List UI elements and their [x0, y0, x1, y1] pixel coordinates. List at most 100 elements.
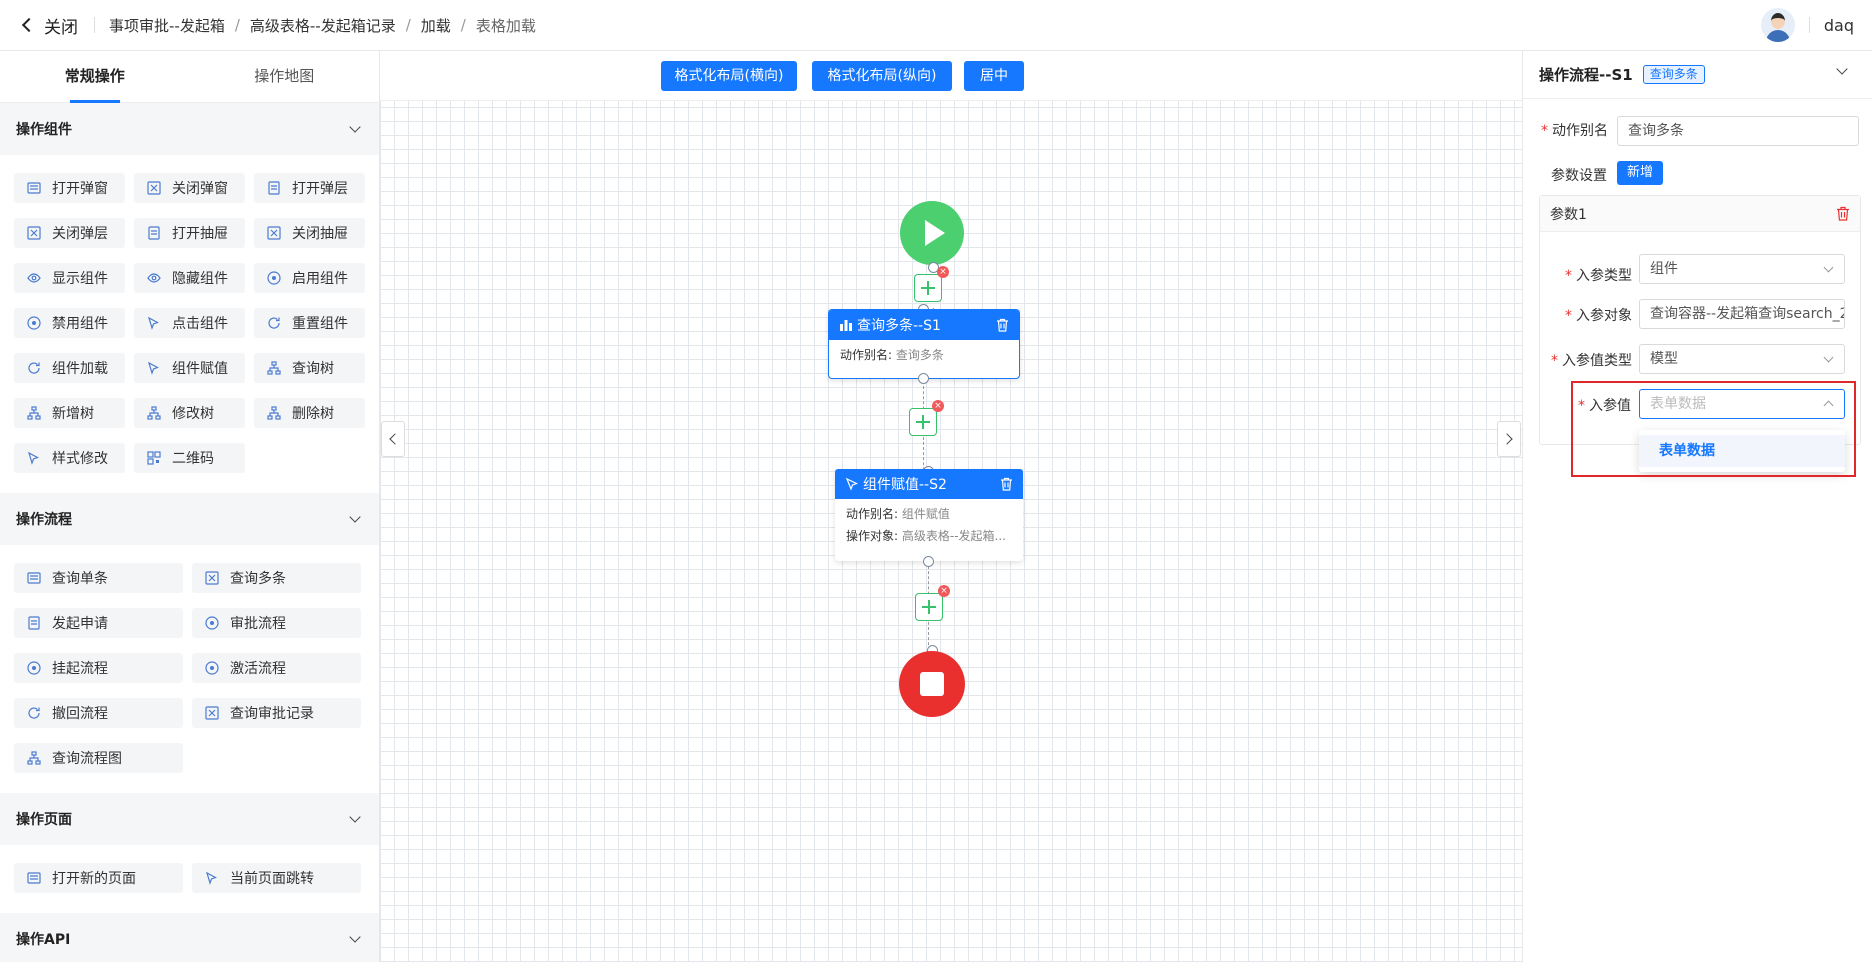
window-icon — [27, 872, 41, 884]
tab-operation-map[interactable]: 操作地图 — [190, 51, 380, 102]
operation-item[interactable]: 打开弹窗 — [14, 173, 125, 203]
component-ops-grid: 打开弹窗 关闭弹窗 打开弹层关闭弹层 打开抽屉 关闭抽屉显示组件 隐藏组件 启用组件禁用组件… — [0, 155, 379, 493]
operation-item[interactable]: 查询树 — [254, 353, 365, 383]
pointer-icon — [148, 316, 159, 330]
operation-item[interactable]: 查询流程图 — [14, 743, 183, 773]
connection-port[interactable] — [923, 556, 934, 567]
operation-item[interactable]: 二维码 — [134, 443, 245, 473]
alias-input[interactable]: 查询多条 — [1617, 116, 1859, 146]
trash-icon[interactable] — [1000, 477, 1013, 491]
breadcrumb: 事项审批--发起箱 / 高级表格--发起箱记录 / 加载 / 表格加载 — [109, 15, 536, 36]
breadcrumb-item[interactable]: 加载 — [421, 15, 451, 36]
format-vertical-button[interactable]: 格式化布局(纵向) — [812, 61, 952, 91]
operation-item[interactable]: 关闭弹层 — [14, 218, 125, 248]
operation-item[interactable]: 启用组件 — [254, 263, 365, 293]
user-menu[interactable]: daq — [1760, 8, 1854, 42]
bar-chart-icon — [840, 320, 852, 331]
format-horizontal-button[interactable]: 格式化布局(横向) — [661, 61, 797, 91]
operation-item[interactable]: 显示组件 — [14, 263, 125, 293]
node-title: 查询多条--S1 — [857, 318, 941, 334]
operation-item[interactable]: 打开弹层 — [254, 173, 365, 203]
operation-item[interactable]: 禁用组件 — [14, 308, 125, 338]
node-header: 组件赋值--S2 — [835, 469, 1023, 499]
center-button[interactable]: 居中 — [964, 61, 1024, 91]
flow-canvas[interactable]: 格式化布局(横向) 格式化布局(纵向) 居中 × 查询多条--S1 动作别名: … — [380, 51, 1522, 962]
remove-link-icon[interactable]: × — [932, 400, 944, 412]
operation-label: 查询单条 — [52, 571, 108, 587]
operation-item[interactable]: 删除树 — [254, 398, 365, 428]
section-header-components[interactable]: 操作组件 — [0, 103, 379, 155]
param-value-type-select[interactable]: 模型 — [1639, 344, 1845, 374]
section-title: 操作页面 — [16, 812, 72, 828]
operation-item[interactable]: 打开新的页面 — [14, 863, 183, 893]
operation-item[interactable]: 点击组件 — [134, 308, 245, 338]
operation-label: 修改树 — [172, 406, 214, 422]
avatar[interactable] — [1760, 8, 1795, 42]
operation-label: 启用组件 — [292, 271, 348, 287]
section-header-process[interactable]: 操作流程 — [0, 493, 379, 545]
operation-item[interactable]: 关闭抽屉 — [254, 218, 365, 248]
node-field-value: 查询多条 — [895, 348, 944, 362]
operation-item[interactable]: 发起申请 — [14, 608, 183, 638]
operation-item[interactable]: 审批流程 — [192, 608, 361, 638]
tab-regular-operations[interactable]: 常规操作 — [0, 51, 190, 103]
close-button[interactable]: 关闭 — [20, 13, 78, 38]
page-ops-grid: 打开新的页面 当前页面跳转 — [0, 845, 379, 913]
flow-node-s2[interactable]: 组件赋值--S2 动作别名: 组件赋值 操作对象: 高级表格--发起箱... — [835, 469, 1023, 561]
chevron-down-icon[interactable] — [1836, 63, 1848, 75]
chevron-down-icon — [349, 811, 361, 823]
operation-item[interactable]: 当前页面跳转 — [192, 863, 361, 893]
section-header-api[interactable]: 操作API — [0, 913, 379, 962]
operation-item[interactable]: 组件加载 — [14, 353, 125, 383]
breadcrumb-separator: / — [234, 16, 240, 34]
operation-item[interactable]: 修改树 — [134, 398, 245, 428]
start-node[interactable] — [900, 201, 964, 265]
operation-label: 关闭抽屉 — [292, 226, 348, 242]
add-step-button[interactable] — [915, 593, 943, 621]
section-title: 操作组件 — [16, 122, 72, 138]
operation-item[interactable]: 新增树 — [14, 398, 125, 428]
connection-port[interactable] — [918, 373, 929, 384]
breadcrumb-item[interactable]: 高级表格--发起箱记录 — [250, 15, 396, 36]
operation-item[interactable]: 样式修改 — [14, 443, 125, 473]
operation-item[interactable]: 查询多条 — [192, 563, 361, 593]
operation-label: 禁用组件 — [52, 316, 108, 332]
operation-item[interactable]: 隐藏组件 — [134, 263, 245, 293]
close-label: 关闭 — [44, 17, 78, 38]
section-header-page[interactable]: 操作页面 — [0, 793, 379, 845]
close-window-icon — [147, 181, 161, 195]
breadcrumb-current: 表格加载 — [475, 16, 536, 35]
operation-item[interactable]: 激活流程 — [192, 653, 361, 683]
trash-icon[interactable] — [996, 318, 1009, 332]
remove-link-icon[interactable]: × — [938, 585, 950, 597]
add-step-button[interactable] — [909, 408, 937, 436]
params-label: 参数设置 — [1551, 168, 1607, 184]
trash-icon[interactable] — [1836, 206, 1850, 221]
operation-label: 当前页面跳转 — [230, 871, 314, 887]
top-bar: 关闭 事项审批--发起箱 / 高级表格--发起箱记录 / 加载 / 表格加载 d… — [0, 0, 1872, 51]
circle-dot-icon — [205, 661, 219, 675]
param-target-input[interactable]: 查询容器--发起箱查询search_2 — [1639, 299, 1845, 329]
properties-header[interactable]: 操作流程--S1 查询多条 — [1523, 51, 1872, 99]
end-node[interactable] — [899, 651, 965, 717]
operation-item[interactable]: 打开抽屉 — [134, 218, 245, 248]
field-label-text: 入参对象 — [1576, 308, 1632, 324]
add-step-button[interactable] — [914, 274, 942, 302]
collapse-right-toggle[interactable] — [1497, 421, 1521, 457]
operation-item[interactable]: 重置组件 — [254, 308, 365, 338]
flow-node-s1[interactable]: 查询多条--S1 动作别名: 查询多条 — [828, 309, 1020, 379]
operation-item[interactable]: 挂起流程 — [14, 653, 183, 683]
operation-item[interactable]: 关闭弹窗 — [134, 173, 245, 203]
operation-item[interactable]: 查询审批记录 — [192, 698, 361, 728]
operation-item[interactable]: 撤回流程 — [14, 698, 183, 728]
collapse-left-toggle[interactable] — [381, 421, 405, 457]
operation-item[interactable]: 组件赋值 — [134, 353, 245, 383]
param-type-select[interactable]: 组件 — [1639, 254, 1845, 284]
stop-icon — [920, 672, 944, 696]
add-param-button[interactable]: 新增 — [1617, 161, 1664, 185]
circle-dot-icon — [27, 661, 41, 675]
breadcrumb-item[interactable]: 事项审批--发起箱 — [109, 15, 225, 36]
operation-label: 关闭弹窗 — [172, 181, 228, 197]
operation-item[interactable]: 查询单条 — [14, 563, 183, 593]
remove-link-icon[interactable]: × — [937, 266, 949, 278]
